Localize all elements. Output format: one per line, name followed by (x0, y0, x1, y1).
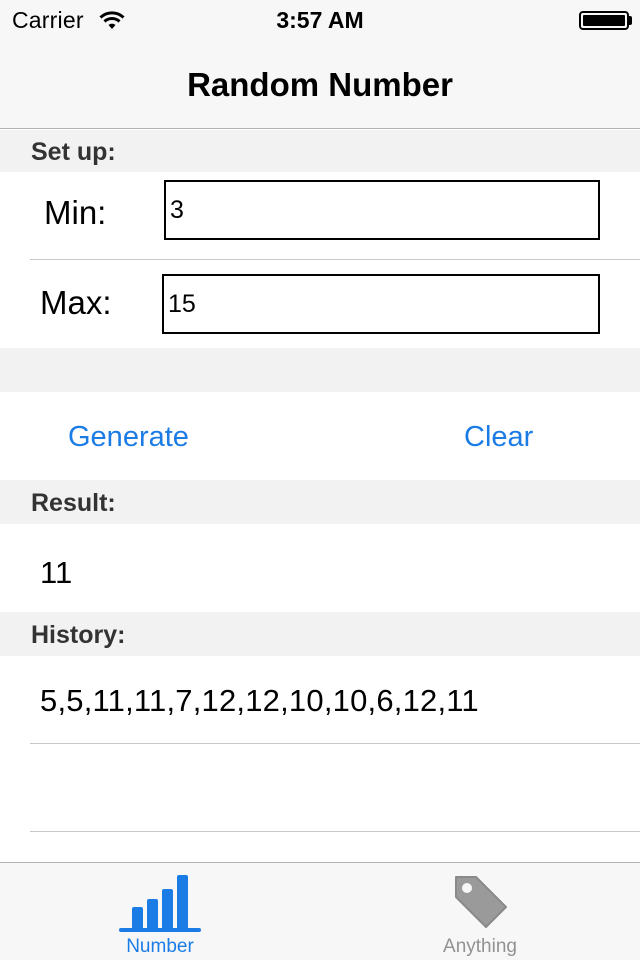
section-spacer (0, 348, 640, 392)
setup-section: Min: 3 Max: 15 (0, 172, 640, 348)
actions-section: Generate Clear (0, 392, 640, 480)
row-separator (30, 743, 640, 744)
history-section-header: History: (0, 612, 640, 656)
tab-number[interactable]: Number (0, 863, 320, 960)
generate-button[interactable]: Generate (68, 421, 189, 454)
tab-anything-label: Anything (443, 936, 517, 957)
max-input[interactable]: 15 (162, 274, 600, 334)
tab-bar: Number Anything (0, 862, 640, 960)
status-bar: Carrier 3:57 AM (0, 0, 640, 40)
min-input[interactable]: 3 (164, 180, 600, 240)
battery-icon (579, 11, 629, 30)
bar-chart-icon (119, 875, 201, 932)
tab-number-label: Number (126, 936, 194, 957)
clear-button[interactable]: Clear (464, 421, 533, 454)
setup-section-header: Set up: (0, 130, 640, 172)
tab-anything[interactable]: Anything (320, 863, 640, 960)
row-separator (30, 259, 640, 260)
max-label: Max: (40, 284, 112, 321)
battery-tip (629, 16, 632, 25)
result-value: 11 (40, 555, 73, 590)
navigation-bar: Random Number (0, 40, 640, 129)
result-section (0, 524, 640, 612)
tag-icon (455, 876, 507, 928)
result-section-header: Result: (0, 480, 640, 524)
min-label: Min: (44, 194, 107, 231)
page-title: Random Number (187, 66, 453, 103)
row-separator (30, 831, 640, 832)
history-value: 5,5,11,11,7,12,12,10,10,6,12,11 (40, 683, 479, 718)
status-time: 3:57 AM (276, 7, 364, 33)
